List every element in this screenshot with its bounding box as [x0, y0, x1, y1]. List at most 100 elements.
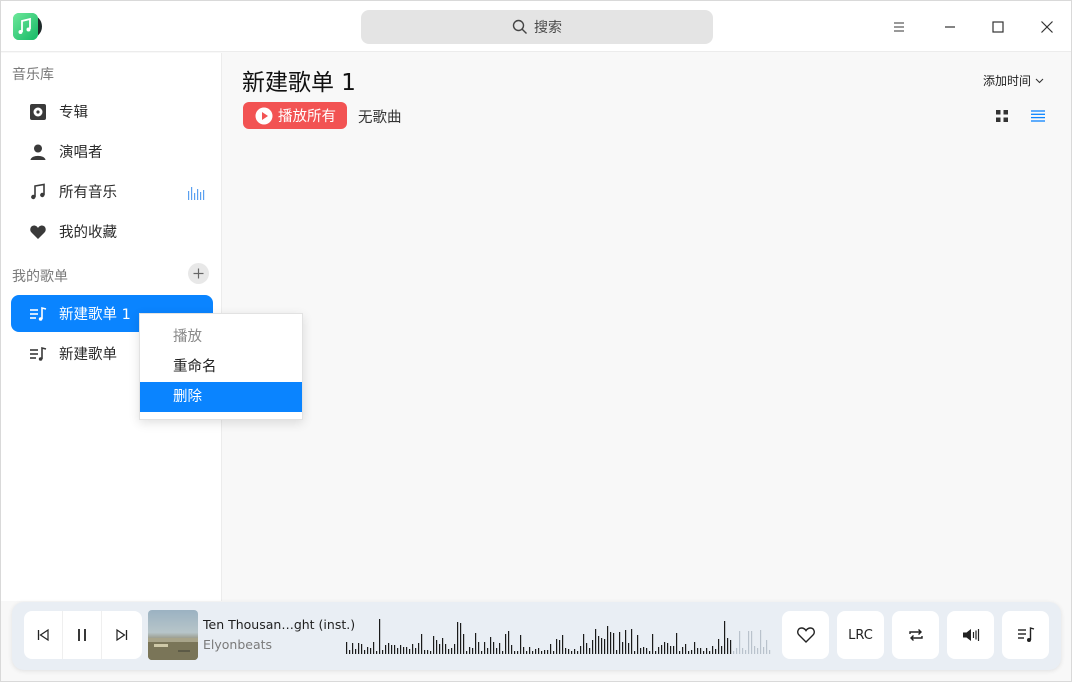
playlist-icon	[30, 346, 47, 361]
lyrics-button[interactable]: LRC	[837, 611, 884, 659]
queue-button[interactable]	[1002, 611, 1049, 659]
waveform-bar	[751, 631, 753, 654]
sidebar-item-label: 演唱者	[59, 145, 103, 161]
album-cover[interactable]	[148, 610, 198, 660]
search-box[interactable]: 搜索	[361, 10, 713, 44]
sidebar-item-label: 专辑	[59, 105, 88, 121]
minimize-icon	[945, 26, 955, 28]
waveform-bar	[490, 637, 492, 654]
waveform-bar	[616, 650, 618, 654]
waveform-bar	[637, 635, 639, 654]
sidebar-item-all-music[interactable]: 所有音乐	[11, 173, 213, 210]
music-window: 搜索 音乐库 专辑 演唱者 所有音乐 我的收藏 我的歌单 新建歌单 1 新建歌单…	[0, 0, 1072, 682]
menu-item-delete[interactable]: 删除	[140, 382, 302, 412]
waveform-bar	[406, 647, 408, 654]
previous-button[interactable]	[24, 611, 63, 659]
waveform-bar	[433, 636, 435, 654]
waveform-bar	[655, 651, 657, 654]
waveform-bar	[400, 645, 402, 654]
sidebar-item-favorites[interactable]: 我的收藏	[11, 213, 213, 250]
waveform-bar	[766, 640, 768, 654]
waveform-bar	[547, 650, 549, 654]
waveform-bar	[748, 631, 750, 654]
waveform-bar	[535, 649, 537, 654]
play-all-button[interactable]: 播放所有	[243, 102, 347, 129]
waveform-bar	[727, 638, 729, 654]
waveform-bar	[595, 629, 597, 654]
sidebar-item-label: 所有音乐	[59, 185, 117, 201]
music-app-icon[interactable]	[13, 13, 42, 40]
waveform-bar	[703, 651, 705, 654]
waveform-bar	[508, 631, 510, 654]
search-icon	[512, 19, 527, 34]
waveform-bar	[415, 648, 417, 654]
waveform-bar	[514, 651, 516, 654]
playlist-icon	[30, 306, 47, 321]
repeat-button[interactable]	[892, 611, 939, 659]
waveform-bar	[553, 651, 555, 654]
waveform-bar	[370, 648, 372, 654]
waveform-bar	[349, 650, 351, 654]
add-playlist-button[interactable]	[188, 263, 209, 284]
waveform-bar	[643, 647, 645, 654]
menu-button[interactable]	[884, 12, 914, 42]
waveform-bar	[607, 626, 609, 654]
sidebar-item-albums[interactable]: 专辑	[11, 93, 213, 130]
waveform-bar	[544, 650, 546, 654]
main-content: 新建歌单 1 播放所有 无歌曲 添加时间	[223, 53, 1071, 601]
waveform-bar	[382, 650, 384, 654]
waveform-bar	[688, 651, 690, 654]
waveform-bar	[532, 651, 534, 654]
waveform-bar	[517, 651, 519, 654]
waveform-bar	[667, 643, 669, 654]
grid-view-icon[interactable]	[994, 108, 1010, 124]
waveform-bar	[436, 640, 438, 654]
volume-button[interactable]	[947, 611, 994, 659]
waveform-bar	[427, 650, 429, 654]
waveform-bar	[736, 648, 738, 654]
sort-dropdown[interactable]: 添加时间	[983, 72, 1044, 89]
waveform-bar	[676, 633, 678, 654]
waveform-bar	[505, 634, 507, 654]
pause-button[interactable]	[63, 611, 102, 659]
album-art-image	[148, 638, 198, 660]
waveform-bar	[481, 651, 483, 654]
waveform-bar	[457, 622, 459, 654]
maximize-button[interactable]	[983, 12, 1013, 42]
waveform-bar	[583, 634, 585, 654]
search-placeholder: 搜索	[534, 20, 562, 36]
waveform-bar	[604, 639, 606, 654]
waveform-bar	[442, 638, 444, 654]
waveform-bar	[358, 643, 360, 654]
playing-equalizer-icon	[188, 187, 205, 200]
waveform-bar	[478, 642, 480, 654]
waveform-bar	[454, 644, 456, 654]
play-all-label: 播放所有	[278, 109, 336, 125]
sidebar-item-singers[interactable]: 演唱者	[11, 133, 213, 170]
waveform-bar	[610, 632, 612, 654]
menu-icon	[894, 22, 904, 32]
page-title: 新建歌单 1	[242, 70, 356, 96]
list-view-icon[interactable]	[1030, 108, 1046, 124]
waveform-bar	[484, 642, 486, 654]
waveform-bar	[379, 619, 381, 654]
repeat-icon	[908, 629, 923, 641]
waveform-bar	[709, 651, 711, 654]
favorite-button[interactable]	[782, 611, 829, 659]
menu-item-rename[interactable]: 重命名	[140, 352, 302, 382]
waveform-progress[interactable]	[346, 612, 776, 654]
waveform-bar	[622, 642, 624, 654]
waveform-bar	[385, 645, 387, 654]
waveform-bar	[439, 644, 441, 654]
close-button[interactable]	[1032, 12, 1062, 42]
waveform-bar	[673, 646, 675, 654]
heart-outline-icon	[796, 627, 815, 643]
next-button[interactable]	[102, 611, 141, 659]
waveform-bar	[640, 648, 642, 654]
waveform-bar	[631, 629, 633, 654]
waveform-bar	[523, 647, 525, 654]
waveform-bar	[754, 646, 756, 654]
sidebar-item-label: 我的收藏	[59, 225, 117, 241]
minimize-button[interactable]	[935, 12, 965, 42]
waveform-bar	[742, 648, 744, 654]
